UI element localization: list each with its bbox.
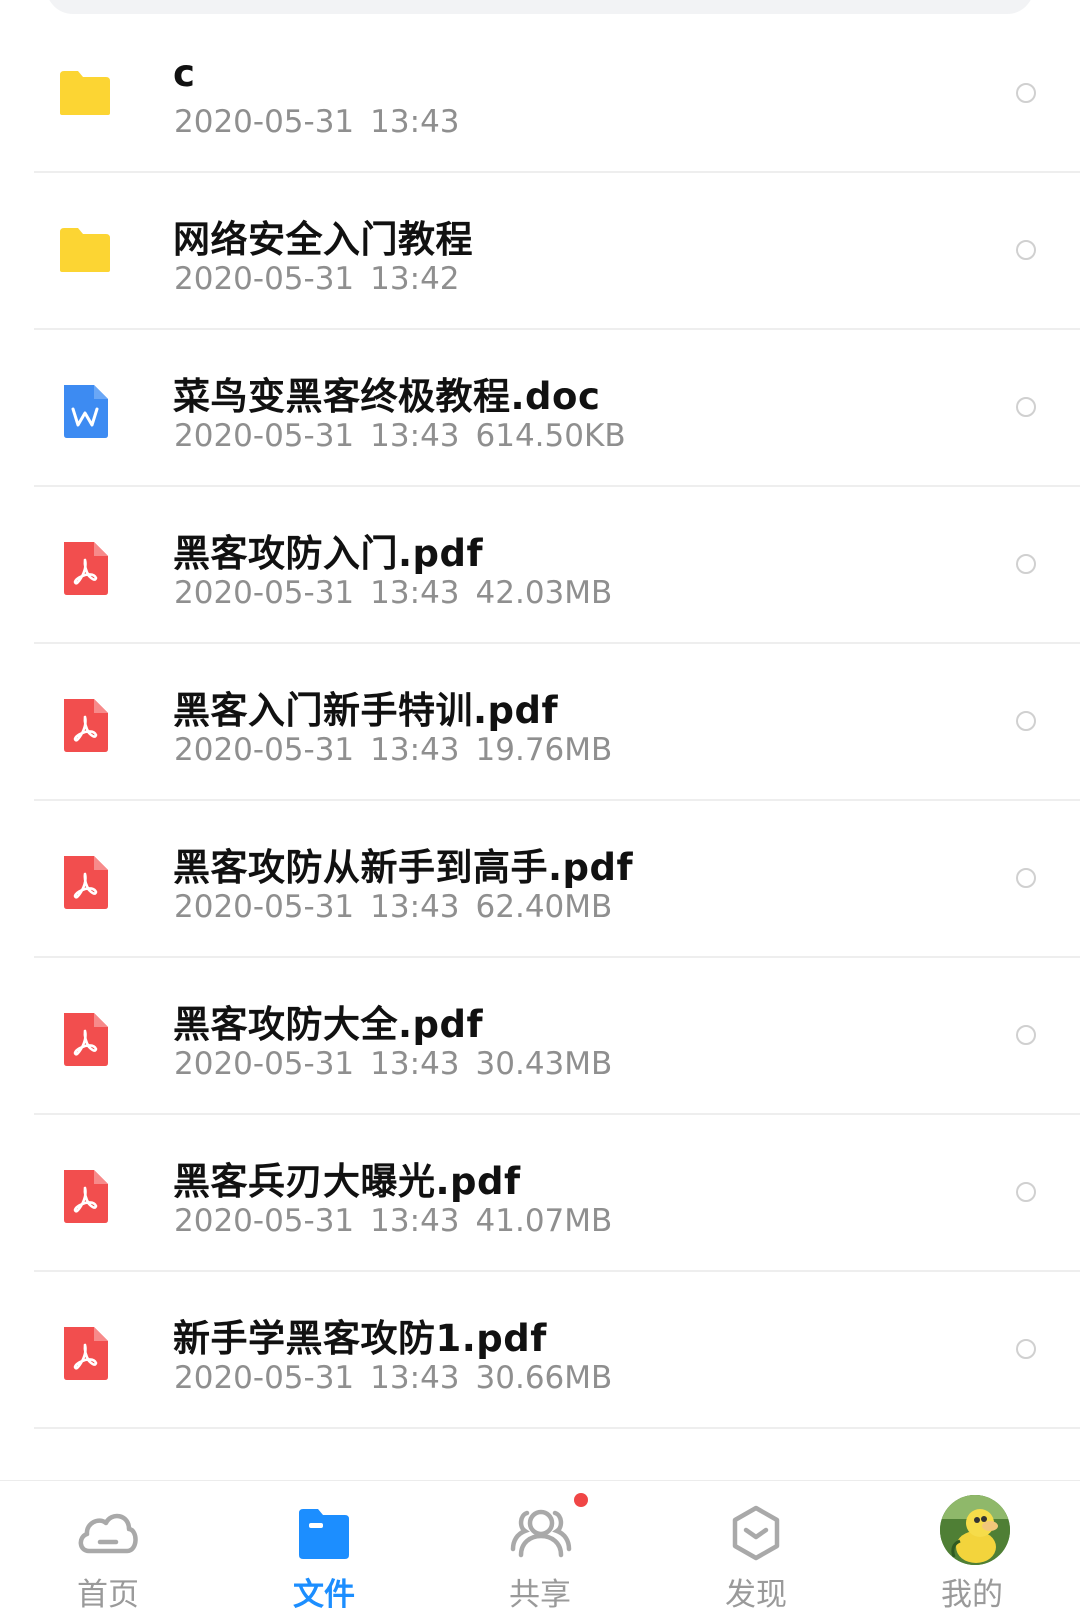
folder-files-icon bbox=[291, 1503, 357, 1563]
discover-box-icon bbox=[723, 1503, 789, 1563]
file-size: 30.43MB bbox=[475, 1046, 613, 1082]
file-time: 13:43 bbox=[370, 1360, 460, 1396]
file-row[interactable]: 黑客入门新手特训.pdf 2020-05-31 13:43 19.76MB bbox=[0, 644, 1080, 801]
select-checkbox[interactable] bbox=[1016, 868, 1036, 888]
avatar bbox=[940, 1495, 1010, 1565]
nav-label-files: 文件 bbox=[293, 1577, 355, 1613]
select-checkbox[interactable] bbox=[1016, 554, 1036, 574]
select-checkbox[interactable] bbox=[1016, 711, 1036, 731]
notification-dot bbox=[574, 1493, 588, 1507]
nav-item-home[interactable]: 首页 bbox=[0, 1481, 216, 1613]
file-time: 13:43 bbox=[370, 1203, 460, 1239]
file-name: 菜鸟变黑客终极教程.doc bbox=[173, 375, 601, 418]
search-bar[interactable] bbox=[46, 0, 1034, 14]
file-time: 13:43 bbox=[370, 104, 460, 140]
file-name: 新手学黑客攻防1.pdf bbox=[173, 1317, 547, 1360]
pdf-icon bbox=[58, 697, 112, 752]
file-row[interactable]: 新手学黑客攻防1.pdf 2020-05-31 13:43 30.66MB bbox=[0, 1272, 1080, 1429]
file-time: 13:42 bbox=[370, 261, 460, 297]
pdf-icon bbox=[58, 1325, 112, 1380]
file-meta: 2020-05-31 13:43 bbox=[174, 104, 476, 140]
file-meta: 2020-05-31 13:43 30.66MB bbox=[174, 1360, 628, 1396]
file-row[interactable]: c 2020-05-31 13:43 bbox=[0, 16, 1080, 173]
cloud-home-icon bbox=[75, 1503, 141, 1563]
file-size: 62.40MB bbox=[475, 889, 613, 925]
file-name: 黑客兵刃大曝光.pdf bbox=[173, 1160, 521, 1203]
pdf-icon bbox=[58, 854, 112, 909]
file-row[interactable]: 黑客攻防从新手到高手.pdf 2020-05-31 13:43 62.40MB bbox=[0, 801, 1080, 958]
pdf-icon bbox=[58, 540, 112, 595]
select-checkbox[interactable] bbox=[1016, 1182, 1036, 1202]
file-size: 30.66MB bbox=[475, 1360, 613, 1396]
file-size: 41.07MB bbox=[475, 1203, 613, 1239]
file-row[interactable]: 网络安全入门教程 2020-05-31 13:42 bbox=[0, 173, 1080, 330]
nav-item-files[interactable]: 文件 bbox=[216, 1481, 432, 1613]
file-name: c bbox=[173, 52, 196, 95]
file-name: 黑客攻防从新手到高手.pdf bbox=[173, 846, 634, 889]
select-checkbox[interactable] bbox=[1016, 240, 1036, 260]
select-checkbox[interactable] bbox=[1016, 397, 1036, 417]
file-date: 2020-05-31 bbox=[174, 889, 355, 925]
folder-icon bbox=[58, 226, 112, 278]
file-size: 42.03MB bbox=[475, 575, 613, 611]
file-name: 网络安全入门教程 bbox=[173, 218, 473, 261]
file-date: 2020-05-31 bbox=[174, 104, 355, 140]
file-time: 13:43 bbox=[370, 732, 460, 768]
nav-item-share[interactable]: 共享 bbox=[432, 1481, 648, 1613]
file-date: 2020-05-31 bbox=[174, 575, 355, 611]
file-date: 2020-05-31 bbox=[174, 418, 355, 454]
select-checkbox[interactable] bbox=[1016, 1025, 1036, 1045]
bottom-nav: 首页 文件 共享 发现 我的 bbox=[0, 1480, 1080, 1613]
file-row[interactable]: 菜鸟变黑客终极教程.doc 2020-05-31 13:43 614.50KB bbox=[0, 330, 1080, 487]
file-size: 614.50KB bbox=[475, 418, 626, 454]
nav-label-profile: 我的 bbox=[941, 1577, 1003, 1613]
file-name: 黑客攻防入门.pdf bbox=[173, 532, 484, 575]
file-date: 2020-05-31 bbox=[174, 1360, 355, 1396]
file-meta: 2020-05-31 13:43 19.76MB bbox=[174, 732, 628, 768]
file-time: 13:43 bbox=[370, 575, 460, 611]
file-date: 2020-05-31 bbox=[174, 732, 355, 768]
folder-icon bbox=[58, 69, 112, 121]
file-time: 13:43 bbox=[370, 889, 460, 925]
file-date: 2020-05-31 bbox=[174, 1046, 355, 1082]
file-meta: 2020-05-31 13:43 42.03MB bbox=[174, 575, 628, 611]
file-meta: 2020-05-31 13:42 bbox=[174, 261, 476, 297]
file-name: 黑客入门新手特训.pdf bbox=[173, 689, 559, 732]
file-time: 13:43 bbox=[370, 1046, 460, 1082]
file-meta: 2020-05-31 13:43 30.43MB bbox=[174, 1046, 628, 1082]
file-meta: 2020-05-31 13:43 62.40MB bbox=[174, 889, 628, 925]
word-doc-icon bbox=[58, 383, 112, 438]
file-time: 13:43 bbox=[370, 418, 460, 454]
file-row[interactable]: 黑客兵刃大曝光.pdf 2020-05-31 13:43 41.07MB bbox=[0, 1115, 1080, 1272]
nav-label-discover: 发现 bbox=[725, 1577, 787, 1613]
nav-item-profile[interactable]: 我的 bbox=[864, 1481, 1080, 1613]
nav-label-home: 首页 bbox=[77, 1577, 139, 1613]
file-date: 2020-05-31 bbox=[174, 1203, 355, 1239]
file-name: 黑客攻防大全.pdf bbox=[173, 1003, 484, 1046]
file-row[interactable]: 黑客攻防大全.pdf 2020-05-31 13:43 30.43MB bbox=[0, 958, 1080, 1115]
select-checkbox[interactable] bbox=[1016, 1339, 1036, 1359]
file-meta: 2020-05-31 13:43 41.07MB bbox=[174, 1203, 628, 1239]
users-share-icon bbox=[507, 1503, 573, 1563]
file-date: 2020-05-31 bbox=[174, 261, 355, 297]
file-list: c 2020-05-31 13:43 网络安全入门教程 2020-05-31 13:… bbox=[0, 16, 1080, 1429]
file-meta: 2020-05-31 13:43 614.50KB bbox=[174, 418, 642, 454]
file-row[interactable]: 黑客攻防入门.pdf 2020-05-31 13:43 42.03MB bbox=[0, 487, 1080, 644]
select-checkbox[interactable] bbox=[1016, 83, 1036, 103]
nav-label-share: 共享 bbox=[509, 1577, 571, 1613]
nav-item-discover[interactable]: 发现 bbox=[648, 1481, 864, 1613]
pdf-icon bbox=[58, 1168, 112, 1223]
file-size: 19.76MB bbox=[475, 732, 613, 768]
pdf-icon bbox=[58, 1011, 112, 1066]
